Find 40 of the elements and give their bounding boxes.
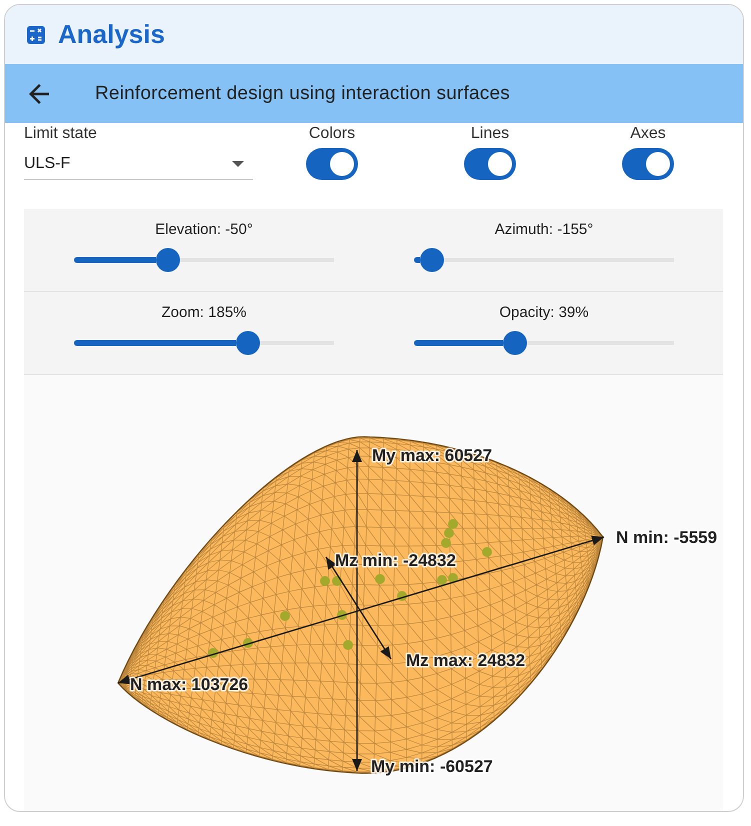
load-point-icon [437,575,447,585]
load-point-icon [375,574,385,584]
toggle-switch[interactable] [622,148,674,180]
page-title: Reinforcement design using interaction surfaces [95,82,510,104]
load-point-icon [444,528,454,538]
axis-label: N max: 103726 [130,675,248,694]
slider-thumb[interactable] [156,248,180,272]
slider-thumb[interactable] [420,248,444,272]
slider-thumb[interactable] [236,331,260,355]
load-point-icon [243,638,253,648]
toggle-label: Colors [308,125,356,143]
axis-label: N min: -5559 [616,528,718,547]
load-point-icon [337,610,347,620]
load-point-icon [343,640,353,650]
load-point-icon [208,648,218,658]
load-point-icon [482,547,492,557]
field-label: Limit state [24,125,97,143]
load-point-icon [280,611,290,621]
load-point-icon [441,538,451,548]
slider-fill [414,257,420,263]
load-point-icon [320,576,330,586]
load-point-icon [332,576,342,586]
slider-label: Opacity: 39% [499,304,589,322]
limit-state-select[interactable]: ULS-F [24,148,253,180]
slider-label: Elevation: -50° [155,221,253,239]
calculator-icon [27,26,45,44]
load-point-icon [397,591,407,601]
slider-thumb[interactable] [503,331,528,355]
load-point-icon [448,519,458,529]
slider-label: Zoom: 185% [161,304,247,322]
toggle-switch[interactable] [306,148,358,180]
load-point-icon [448,573,458,583]
toggle-switch[interactable] [464,148,516,180]
toggle-label: Axes [630,125,666,143]
dropdown-caret-icon [232,160,244,166]
axis-label: Mz max: 24832 [406,651,526,670]
toggle-label: Lines [470,125,510,143]
app-title: Analysis [58,19,165,50]
slider-label: Azimuth: -155° [494,221,594,239]
back-arrow-icon[interactable] [29,84,49,104]
